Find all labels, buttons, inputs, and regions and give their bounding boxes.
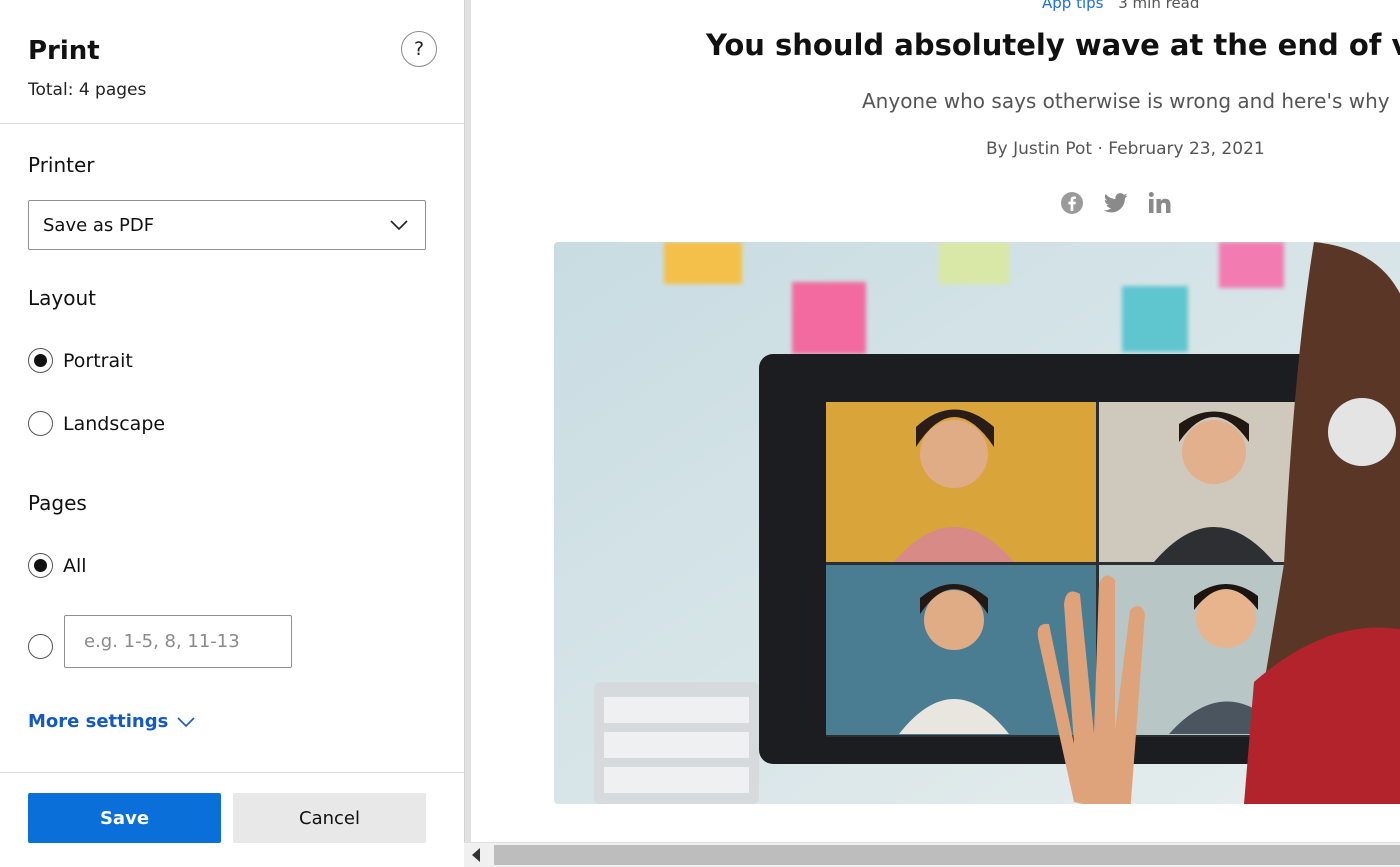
pages-label: Pages: [28, 491, 87, 515]
hero-image-illustration: [554, 242, 1400, 804]
total-pages: Total: 4 pages: [28, 80, 147, 100]
pages-all-radio[interactable]: [28, 553, 53, 578]
pages-range-option[interactable]: [28, 634, 53, 659]
help-icon: ?: [413, 38, 425, 60]
portrait-radio[interactable]: [28, 348, 53, 373]
layout-portrait-option[interactable]: Portrait: [28, 348, 133, 373]
chevron-down-icon: [177, 716, 195, 727]
help-button[interactable]: ?: [401, 31, 437, 67]
portrait-label: Portrait: [63, 349, 133, 372]
printer-select[interactable]: Save as PDF: [28, 200, 426, 250]
read-time: 3 min read: [1118, 0, 1200, 12]
printer-label: Printer: [28, 153, 95, 177]
pages-all-label: All: [63, 554, 87, 577]
linkedin-icon: [1148, 191, 1172, 215]
horizontal-scrollbar[interactable]: [464, 842, 1400, 867]
printer-selected-value: Save as PDF: [43, 214, 155, 236]
article-headline: You should absolutely wave at the end of…: [706, 28, 1400, 62]
chevron-down-icon: [390, 220, 408, 231]
more-settings-link[interactable]: More settings: [28, 711, 196, 732]
save-button[interactable]: Save: [28, 793, 221, 843]
hero-image: [554, 242, 1400, 804]
print-panel: Print Total: 4 pages ? Printer Save as P…: [0, 0, 464, 867]
article-subhead: Anyone who says otherwise is wrong and h…: [862, 89, 1390, 113]
pages-range-radio[interactable]: [28, 634, 53, 659]
cancel-button[interactable]: Cancel: [233, 793, 426, 843]
pages-all-option[interactable]: All: [28, 553, 87, 578]
twitter-icon: [1104, 192, 1128, 214]
divider: [0, 123, 464, 124]
article-meta: App tips 3 min read: [1042, 0, 1199, 12]
facebook-icon: [1060, 191, 1084, 215]
article-byline: By Justin Pot · February 23, 2021: [986, 139, 1265, 159]
social-share-icons: [1060, 191, 1172, 215]
layout-landscape-option[interactable]: Landscape: [28, 411, 165, 436]
print-preview: App tips 3 min read You should absolutel…: [471, 0, 1400, 867]
print-title: Print: [28, 36, 100, 66]
panel-resize-edge: [464, 0, 471, 867]
landscape-label: Landscape: [63, 412, 166, 435]
divider: [0, 772, 464, 773]
scrollbar-thumb[interactable]: [494, 845, 1400, 865]
more-settings-label: More settings: [28, 711, 169, 732]
category-link: App tips: [1042, 0, 1104, 12]
landscape-radio[interactable]: [28, 411, 53, 436]
scroll-left-icon[interactable]: [472, 848, 480, 862]
layout-label: Layout: [28, 286, 96, 310]
pages-range-input[interactable]: [64, 615, 292, 668]
